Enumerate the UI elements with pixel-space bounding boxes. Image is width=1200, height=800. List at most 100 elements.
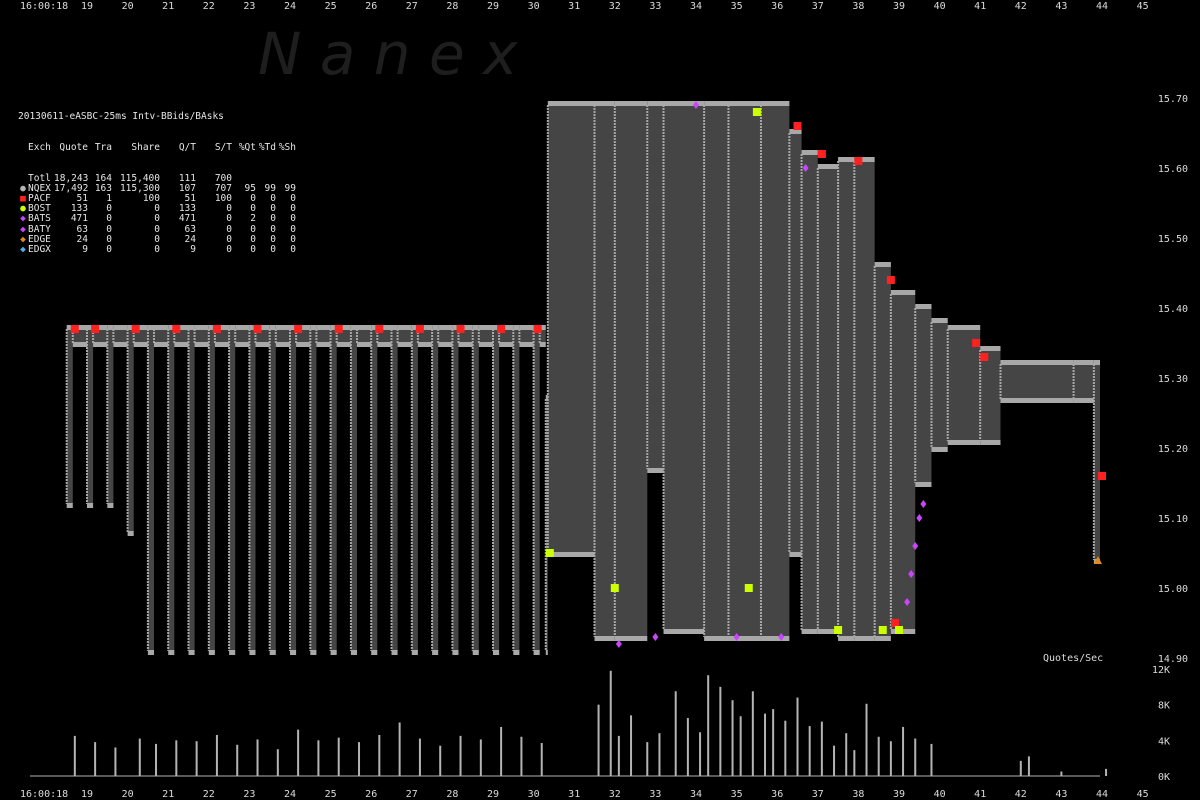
spread-segment — [1000, 364, 1074, 399]
time-tick-top: 28 — [446, 1, 458, 12]
bost-marker — [878, 626, 887, 634]
bid-quote-marker — [1073, 398, 1094, 403]
legend-column-header: %Sh — [278, 142, 296, 153]
bid-quote-marker — [87, 503, 94, 508]
time-tick-bottom: 45 — [1137, 789, 1149, 800]
bid-quote-marker — [915, 482, 932, 487]
volume-label: 0K — [1158, 772, 1170, 783]
pacf-marker — [972, 339, 981, 347]
bost-marker — [545, 549, 554, 557]
pacf-marker — [980, 353, 989, 361]
legend-rows: Totl 18,243 164 115,400 111 700 ● NQEX 17,492 163… — [18, 173, 296, 256]
spread-segment — [647, 105, 664, 469]
volume-bar — [707, 675, 710, 776]
time-tick-top: 20 — [122, 1, 134, 12]
bid-quote-marker — [194, 342, 209, 347]
time-tick-bottom: 44 — [1096, 789, 1108, 800]
pacf-marker — [817, 150, 826, 158]
volume-bar — [155, 743, 158, 776]
spread-segment — [801, 154, 818, 630]
legend-cell-share: 0 — [154, 233, 160, 245]
bid-quote-marker — [545, 650, 548, 655]
bid-quote-marker — [208, 650, 215, 655]
watermark: N a n e x — [258, 20, 518, 88]
bid-quote-marker — [854, 636, 875, 641]
pacf-marker — [415, 325, 424, 333]
legend-cell-psh: 0 — [290, 243, 296, 255]
spread-segment — [1073, 364, 1094, 399]
ask-quote-marker — [519, 325, 534, 330]
volume-bar — [658, 733, 661, 776]
bid-quote-marker — [452, 650, 459, 655]
volume-bar — [719, 686, 722, 776]
volume-label: 4K — [1158, 736, 1170, 747]
volume-bar — [930, 743, 933, 776]
time-tick-bottom: 42 — [1015, 789, 1027, 800]
spread-segment — [614, 105, 648, 637]
volume-bar — [175, 740, 178, 776]
pacf-marker — [91, 325, 100, 333]
volume-bar — [853, 750, 856, 776]
bost-marker — [834, 626, 843, 634]
time-tick-top: 21 — [162, 1, 174, 12]
price-label: 15.10 — [1158, 514, 1188, 525]
time-tick-top: 45 — [1137, 1, 1149, 12]
price-label: 15.60 — [1158, 164, 1188, 175]
volume-bar — [845, 733, 848, 776]
volume-bar — [378, 734, 381, 776]
volume-bar — [1060, 771, 1063, 776]
volume-bar — [459, 735, 462, 776]
volume-title: Quotes/Sec — [1043, 653, 1103, 664]
spread-segment — [275, 329, 290, 343]
bid-quote-marker — [547, 552, 595, 557]
volume-bar — [94, 742, 97, 776]
time-tick-top: 26 — [365, 1, 377, 12]
bid-quote-marker — [980, 440, 1001, 445]
legend-cell-quote: 9 — [82, 243, 88, 255]
ask-quote-marker — [438, 325, 453, 330]
time-tick-top: 24 — [284, 1, 296, 12]
volume-bar — [796, 697, 799, 776]
time-tick-top: 25 — [325, 1, 337, 12]
bid-quote-marker — [458, 342, 473, 347]
legend-column-header: Q/T — [178, 142, 196, 153]
pacf-marker — [212, 325, 221, 333]
bid-quote-marker — [214, 342, 230, 347]
spread-segment — [915, 308, 932, 483]
bid-quote-marker — [330, 650, 337, 655]
ask-quote-marker — [356, 325, 372, 330]
volume-bar — [699, 732, 702, 776]
pacf-marker — [886, 276, 895, 284]
bost-marker — [744, 584, 753, 592]
pacf-marker — [854, 157, 863, 165]
time-tick-top: 27 — [406, 1, 418, 12]
bid-quote-marker — [72, 342, 87, 347]
bost-marker — [895, 626, 903, 634]
time-tick-bottom: 32 — [609, 789, 621, 800]
time-tick-top: 30 — [528, 1, 540, 12]
legend-row: ◆ EDGX 9 0 0 9 0 0 0 0 — [18, 243, 296, 255]
legend-cell-st: 0 — [226, 243, 232, 255]
price-label: 15.20 — [1158, 444, 1188, 455]
time-tick-bottom: 43 — [1055, 789, 1067, 800]
legend-column-header: Tra — [94, 142, 112, 153]
ask-quote-marker — [647, 101, 664, 106]
bid-quote-marker — [269, 650, 276, 655]
bid-quote-marker — [356, 342, 372, 347]
volume-bar — [1019, 760, 1022, 776]
time-tick-top: 34 — [690, 1, 702, 12]
bid-quote-marker — [275, 342, 290, 347]
spread-segment — [663, 105, 705, 630]
ask-quote-marker — [594, 101, 615, 106]
time-tick-bottom: 23 — [243, 789, 255, 800]
bid-quote-marker — [316, 342, 331, 347]
volume-bar — [674, 691, 677, 776]
time-tick-top: 19 — [81, 1, 93, 12]
ask-quote-marker — [235, 325, 250, 330]
ask-quote-marker — [980, 346, 1001, 351]
time-tick-bottom: 37 — [812, 789, 824, 800]
bid-quote-marker — [539, 342, 546, 347]
time-tick-bottom: 39 — [893, 789, 905, 800]
bid-quote-marker — [663, 629, 705, 634]
bid-quote-marker — [614, 636, 648, 641]
